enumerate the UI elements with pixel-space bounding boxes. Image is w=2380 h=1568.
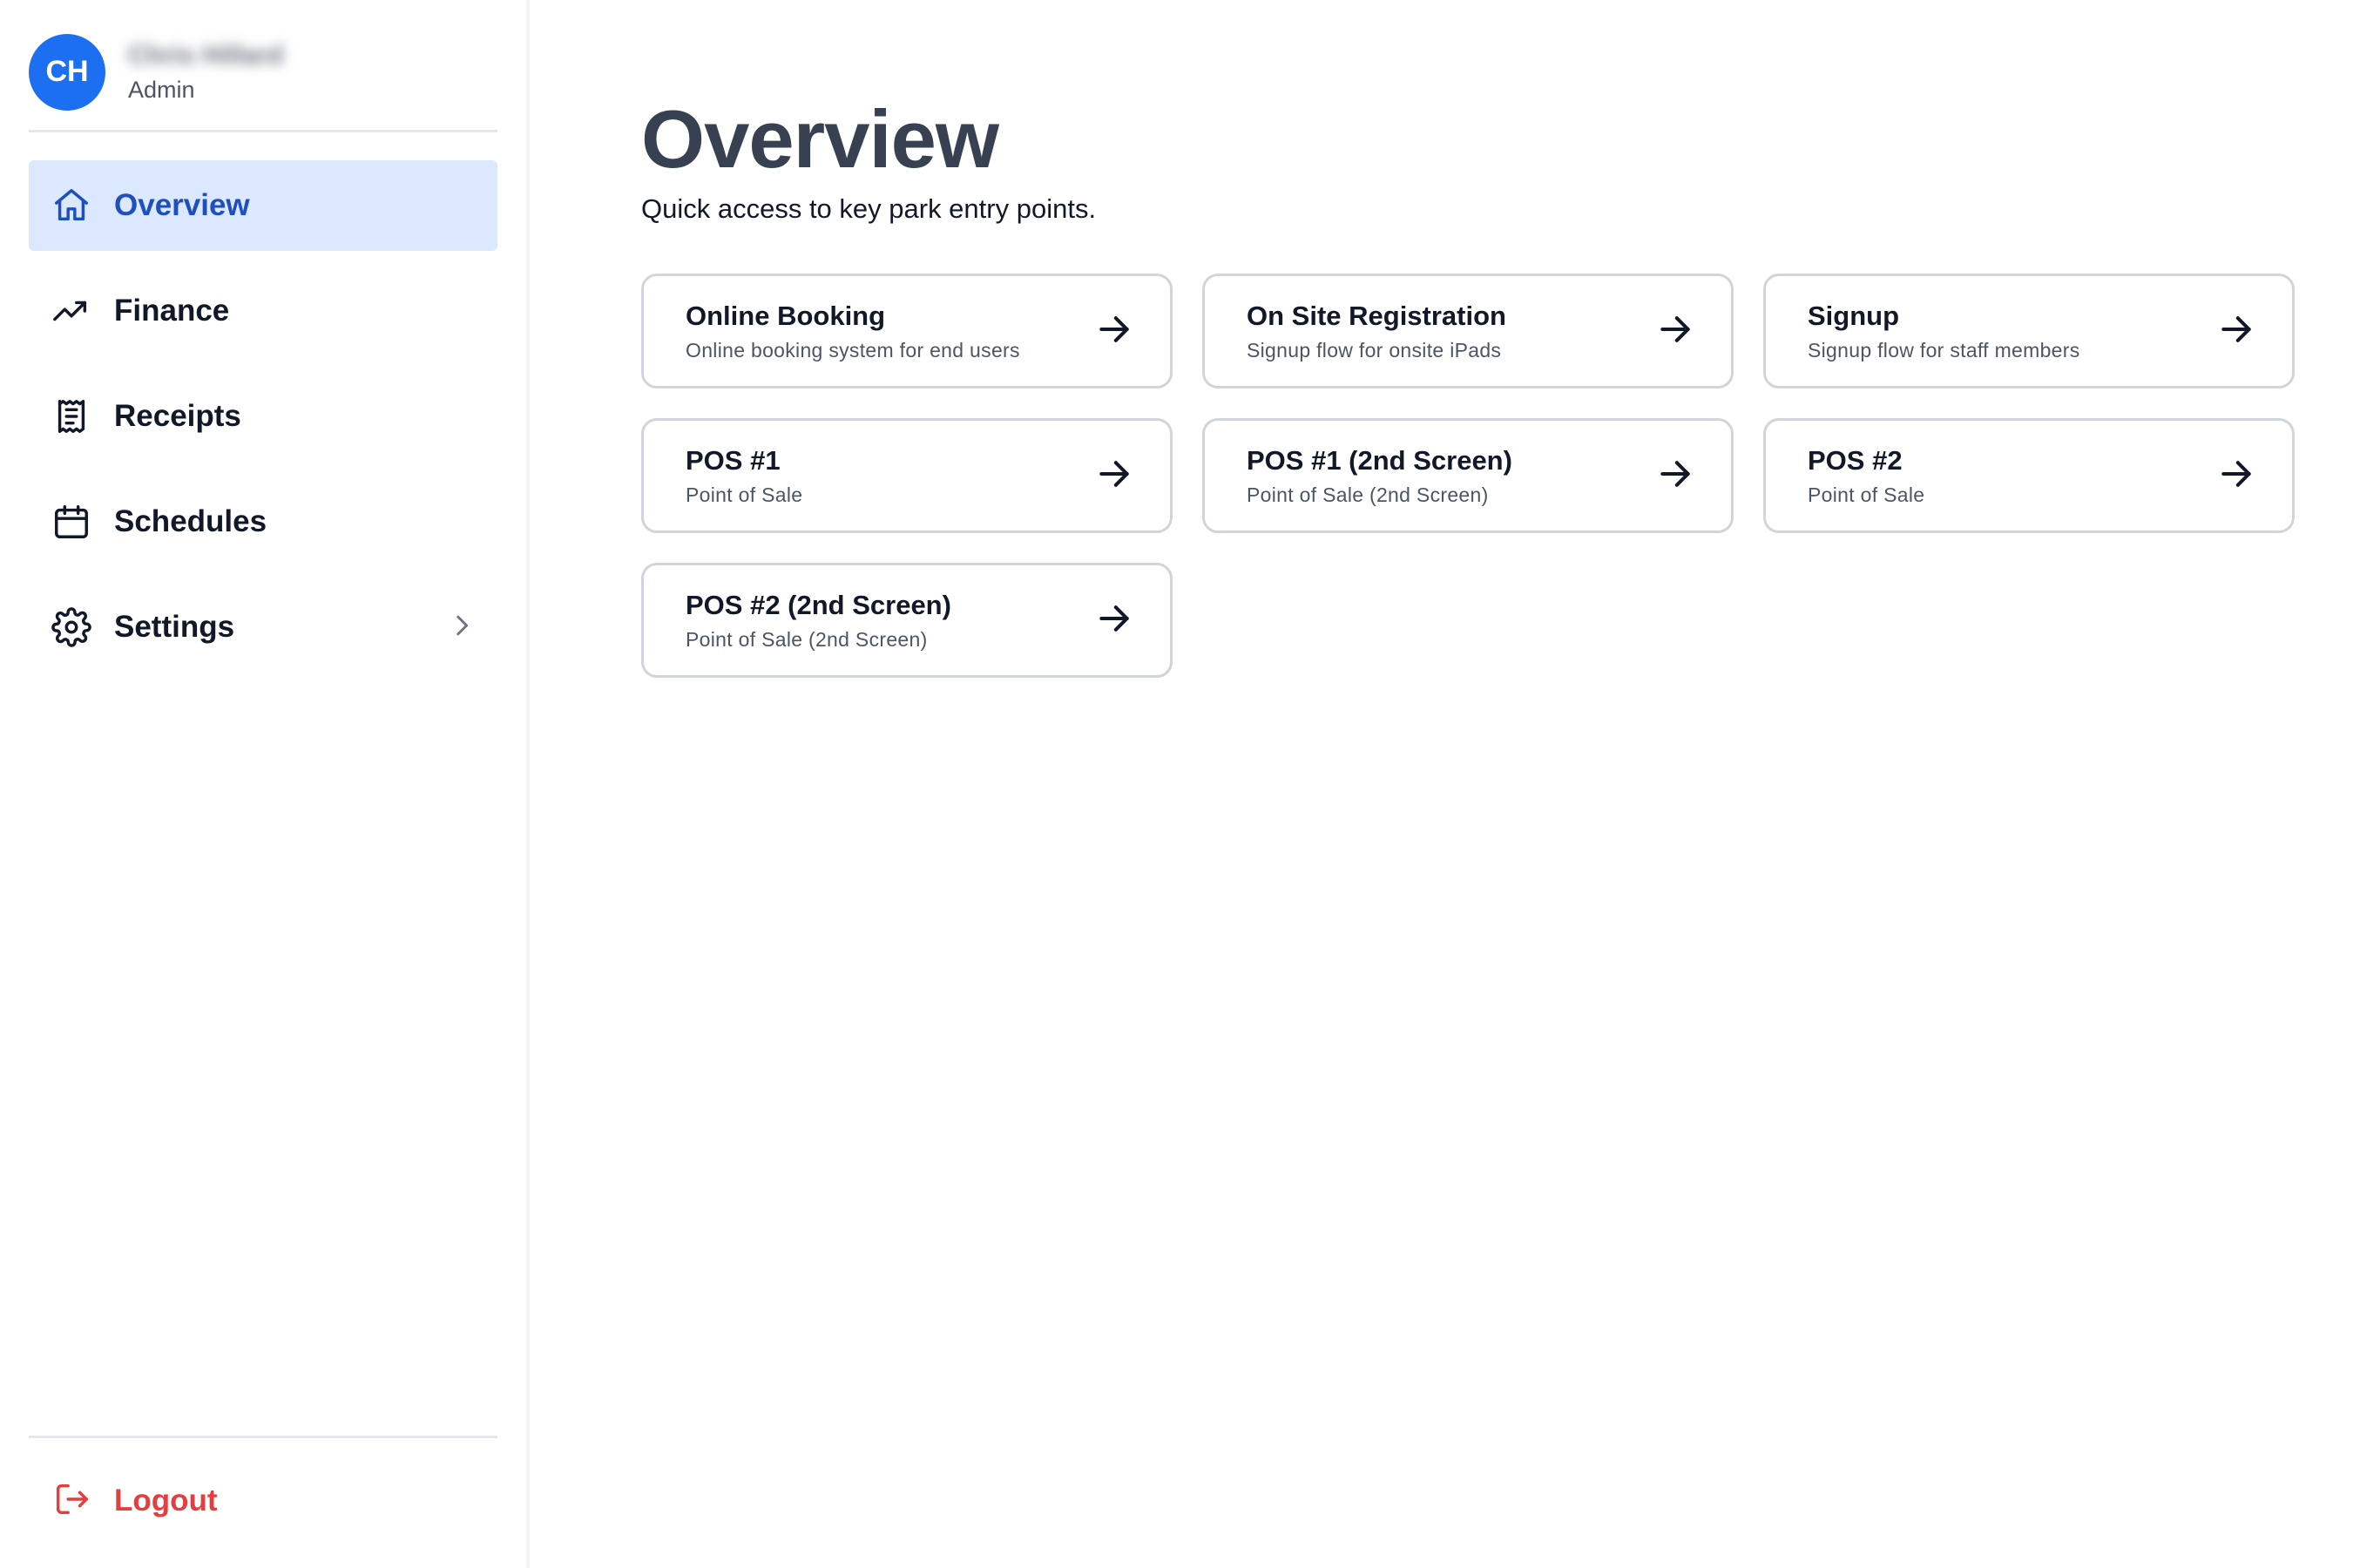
card-title: On Site Registration bbox=[1247, 301, 1506, 331]
card-text: POS #2 (2nd Screen) Point of Sale (2nd S… bbox=[686, 588, 1095, 652]
card-pos-2-second-screen[interactable]: POS #2 (2nd Screen) Point of Sale (2nd S… bbox=[641, 563, 1173, 678]
card-text: Signup Signup flow for staff members bbox=[1808, 299, 2217, 363]
card-title: Online Booking bbox=[686, 301, 886, 331]
profile-text: Chris Hillard Admin bbox=[128, 40, 283, 104]
card-text: POS #2 Point of Sale bbox=[1808, 443, 2217, 508]
user-role: Admin bbox=[128, 77, 195, 103]
main-content: Overview Quick access to key park entry … bbox=[530, 0, 2380, 1568]
gear-icon bbox=[51, 607, 91, 647]
logout-button[interactable]: Logout bbox=[29, 1456, 497, 1546]
card-title: POS #2 (2nd Screen) bbox=[686, 590, 951, 620]
page-title: Overview bbox=[641, 93, 999, 185]
sidebar-footer: Logout bbox=[29, 1436, 497, 1568]
sidebar-item-label: Receipts bbox=[114, 399, 241, 433]
chevron-right-icon bbox=[447, 611, 477, 645]
card-description: Signup flow for staff members bbox=[1808, 339, 2080, 362]
home-icon bbox=[51, 186, 91, 226]
arrow-right-icon bbox=[1095, 455, 1133, 497]
card-text: POS #1 Point of Sale bbox=[686, 443, 1095, 508]
card-description: Signup flow for onsite iPads bbox=[1247, 339, 1502, 362]
card-on-site-registration[interactable]: On Site Registration Signup flow for ons… bbox=[1202, 274, 1734, 389]
sidebar-nav: Overview Finance Receipts Schedules Sett… bbox=[29, 160, 497, 687]
entry-point-grid: Online Booking Online booking system for… bbox=[641, 274, 2380, 678]
card-text: On Site Registration Signup flow for ons… bbox=[1247, 299, 1656, 363]
card-title: POS #1 bbox=[686, 445, 781, 476]
sidebar-item-settings[interactable]: Settings bbox=[29, 582, 497, 672]
arrow-right-icon bbox=[2217, 455, 2255, 497]
arrow-right-icon bbox=[1656, 455, 1694, 497]
card-description: Online booking system for end users bbox=[686, 339, 1020, 362]
sidebar: CH Chris Hillard Admin Overview Finance bbox=[0, 0, 530, 1568]
sidebar-item-schedules[interactable]: Schedules bbox=[29, 476, 497, 567]
arrow-right-icon bbox=[2217, 310, 2255, 353]
avatar: CH bbox=[29, 33, 105, 111]
arrow-right-icon bbox=[1656, 310, 1694, 353]
card-title: POS #2 bbox=[1808, 445, 1903, 476]
card-description: Point of Sale bbox=[686, 483, 803, 506]
card-pos-1-second-screen[interactable]: POS #1 (2nd Screen) Point of Sale (2nd S… bbox=[1202, 418, 1734, 533]
sidebar-item-receipts[interactable]: Receipts bbox=[29, 371, 497, 462]
card-title: Signup bbox=[1808, 301, 1900, 331]
card-text: Online Booking Online booking system for… bbox=[686, 299, 1095, 363]
logout-icon bbox=[51, 1479, 91, 1524]
card-description: Point of Sale (2nd Screen) bbox=[1247, 483, 1489, 506]
sidebar-item-overview[interactable]: Overview bbox=[29, 160, 497, 251]
card-description: Point of Sale (2nd Screen) bbox=[686, 628, 928, 651]
card-title: POS #1 (2nd Screen) bbox=[1247, 445, 1512, 476]
arrow-right-icon bbox=[1095, 310, 1133, 353]
sidebar-item-label: Settings bbox=[114, 610, 235, 644]
card-signup[interactable]: Signup Signup flow for staff members bbox=[1763, 274, 2295, 389]
sidebar-item-label: Overview bbox=[114, 188, 250, 222]
card-description: Point of Sale bbox=[1808, 483, 1925, 506]
card-pos-2[interactable]: POS #2 Point of Sale bbox=[1763, 418, 2295, 533]
trending-up-icon bbox=[51, 291, 91, 331]
card-online-booking[interactable]: Online Booking Online booking system for… bbox=[641, 274, 1173, 389]
sidebar-item-label: Schedules bbox=[114, 504, 267, 538]
arrow-right-icon bbox=[1095, 599, 1133, 642]
logout-label: Logout bbox=[114, 1484, 218, 1517]
user-profile: CH Chris Hillard Admin bbox=[29, 24, 497, 132]
card-text: POS #1 (2nd Screen) Point of Sale (2nd S… bbox=[1247, 443, 1656, 508]
page-subtitle: Quick access to key park entry points. bbox=[641, 193, 1097, 224]
app-root: CH Chris Hillard Admin Overview Finance bbox=[0, 0, 2380, 1568]
sidebar-item-finance[interactable]: Finance bbox=[29, 266, 497, 356]
calendar-icon bbox=[51, 502, 91, 542]
receipt-icon bbox=[51, 396, 91, 436]
sidebar-item-label: Finance bbox=[114, 294, 230, 328]
card-pos-1[interactable]: POS #1 Point of Sale bbox=[641, 418, 1173, 533]
user-name: Chris Hillard bbox=[128, 41, 284, 70]
